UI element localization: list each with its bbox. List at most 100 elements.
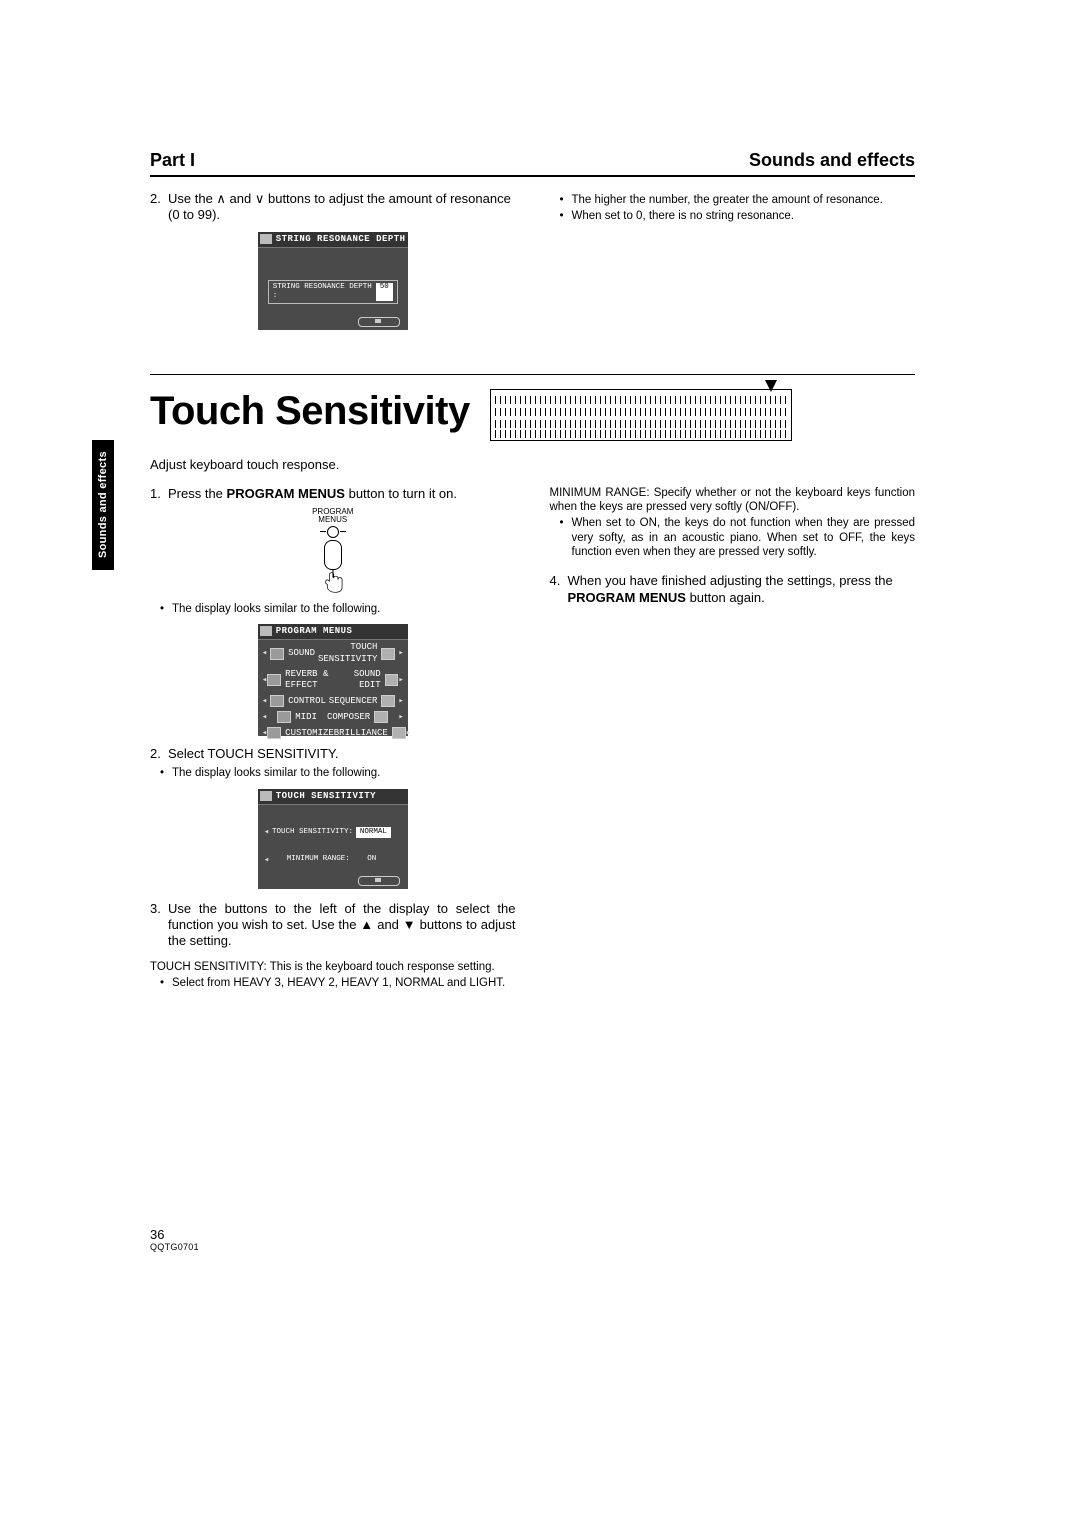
screen-title-text: STRING RESONANCE DEPTH bbox=[276, 234, 406, 244]
spacer bbox=[394, 855, 402, 866]
slider-icon bbox=[358, 317, 400, 327]
resonance-step2: 2. Use the ∧ and ∨ buttons to adjust the… bbox=[150, 191, 516, 224]
panel-row bbox=[495, 430, 787, 438]
menu-item-icon bbox=[277, 711, 291, 723]
touch-step1: 1. Press the PROGRAM MENUS button to tur… bbox=[150, 486, 516, 502]
touch-row-2: ◂ MINIMUM RANGE: ON bbox=[264, 855, 402, 866]
menu-item-label: MIDI bbox=[295, 712, 317, 723]
chevron-left-icon: ◂ bbox=[264, 855, 269, 866]
touch-right-col: MINIMUM RANGE: Specify whether or not th… bbox=[550, 486, 916, 993]
step-text: When you have finished adjusting the set… bbox=[568, 573, 916, 606]
menu-item-icon bbox=[385, 674, 399, 686]
menu-item-label: SEQUENCER bbox=[329, 696, 378, 707]
instrument-panel-illustration bbox=[490, 389, 792, 441]
menu-left: MIDI bbox=[277, 711, 317, 723]
chevron-left-icon: ◂ bbox=[262, 648, 267, 659]
note-text: Select from HEAVY 3, HEAVY 2, HEAVY 1, N… bbox=[172, 976, 505, 990]
menu-left: SOUND bbox=[270, 648, 315, 660]
menu-right: SEQUENCER bbox=[329, 695, 396, 707]
note-text: The display looks similar to the followi… bbox=[172, 602, 380, 616]
menu-item-icon bbox=[267, 674, 281, 686]
field-value: 50 bbox=[376, 283, 393, 302]
bullet-dot: • bbox=[560, 516, 566, 559]
menu-item-label: COMPOSER bbox=[327, 712, 370, 723]
step-text: Use the buttons to the left of the displ… bbox=[168, 901, 516, 950]
page-footer: 36 QQTG0701 bbox=[150, 1227, 199, 1252]
resonance-field: STRING RESONANCE DEPTH : 50 bbox=[268, 280, 398, 305]
menu-item-icon bbox=[267, 727, 281, 739]
note-text: The display looks similar to the followi… bbox=[172, 766, 380, 780]
touch-section-header: Touch Sensitivity bbox=[150, 389, 915, 441]
menu-item-label: SOUND bbox=[288, 648, 315, 659]
lamp-icon bbox=[327, 526, 339, 538]
chevron-right-icon: ▸ bbox=[406, 728, 411, 739]
screen-title-icon bbox=[260, 234, 272, 244]
menu-row: ◂ SOUND TOUCH SENSITIVITY ▸ bbox=[258, 640, 408, 667]
step-number: 4. bbox=[550, 573, 564, 606]
menu-left: REVERB & EFFECT bbox=[267, 669, 328, 692]
panel-row bbox=[495, 396, 787, 404]
bullet-dot: • bbox=[560, 193, 566, 207]
menu-item-label: CUSTOMIZE bbox=[285, 728, 334, 739]
menu-item-label: REVERB & EFFECT bbox=[285, 669, 328, 692]
step-number: 2. bbox=[150, 746, 164, 762]
touch-step4: 4. When you have finished adjusting the … bbox=[550, 573, 916, 606]
screen-title-text: TOUCH SENSITIVITY bbox=[276, 791, 376, 801]
hand-icon bbox=[319, 564, 347, 594]
down-arrow-glyph: ∨ bbox=[255, 191, 265, 206]
step-text: Select TOUCH SENSITIVITY. bbox=[168, 746, 339, 762]
display-note-2: • The display looks similar to the follo… bbox=[160, 766, 516, 780]
resonance-right-col: • The higher the number, the greater the… bbox=[550, 191, 916, 340]
menu-left: CONTROL bbox=[270, 695, 326, 707]
row-value: NORMAL bbox=[356, 827, 391, 838]
program-menus-screen: PROGRAM MENUS ◂ SOUND TOUCH SENSITIVITY … bbox=[258, 624, 408, 736]
string-resonance-screen: STRING RESONANCE DEPTH STRING RESONANCE … bbox=[258, 232, 408, 330]
chevron-left-icon: ◂ bbox=[264, 827, 269, 838]
touch-step2: 2. Select TOUCH SENSITIVITY. bbox=[150, 746, 516, 762]
slider-icon bbox=[358, 876, 400, 886]
screen-title: STRING RESONANCE DEPTH bbox=[258, 232, 408, 248]
touch-intro: Adjust keyboard touch response. bbox=[150, 457, 915, 472]
note-text: When set to 0, there is no string resona… bbox=[572, 209, 794, 223]
step-text: Press the PROGRAM MENUS button to turn i… bbox=[168, 486, 457, 502]
page-header: Part I Sounds and effects bbox=[150, 150, 915, 177]
step-number: 2. bbox=[150, 191, 164, 224]
menu-row: ◂ MIDI COMPOSER ▸ bbox=[258, 709, 408, 725]
menu-item-label: BRILLIANCE bbox=[334, 728, 388, 739]
touch-sens-note: TOUCH SENSITIVITY: This is the keyboard … bbox=[150, 960, 516, 974]
screen-title: TOUCH SENSITIVITY bbox=[258, 789, 408, 805]
section-divider bbox=[150, 374, 915, 375]
side-tab: Sounds and effects bbox=[92, 440, 114, 570]
t: and bbox=[226, 191, 255, 206]
touch-sens-sub-note: • Select from HEAVY 3, HEAVY 2, HEAVY 1,… bbox=[160, 976, 516, 990]
part-label: Part I bbox=[150, 150, 195, 171]
min-range-sub-note: • When set to ON, the keys do not functi… bbox=[560, 516, 916, 559]
up-arrow-glyph: ∧ bbox=[216, 191, 226, 206]
chevron-left-icon: ◂ bbox=[262, 712, 267, 723]
menu-item-label: CONTROL bbox=[288, 696, 326, 707]
menu-right: SOUND EDIT bbox=[328, 669, 398, 692]
menu-left: CUSTOMIZE bbox=[267, 727, 334, 739]
bold: PROGRAM MENUS bbox=[227, 486, 345, 501]
field-label: STRING RESONANCE DEPTH : bbox=[273, 283, 376, 302]
menu-item-icon bbox=[381, 648, 395, 660]
t: Use the bbox=[168, 191, 216, 206]
touch-sensitivity-screen: TOUCH SENSITIVITY ◂ TOUCH SENSITIVITY: N… bbox=[258, 789, 408, 889]
chevron-right-icon: ▸ bbox=[398, 675, 403, 686]
bullet-dot: • bbox=[160, 602, 166, 616]
section-label: Sounds and effects bbox=[749, 150, 915, 171]
t: Press the bbox=[168, 486, 227, 501]
menu-right: TOUCH SENSITIVITY bbox=[318, 642, 395, 665]
resonance-note-1: • The higher the number, the greater the… bbox=[560, 193, 916, 207]
btn-label-bottom: MENUS bbox=[293, 516, 373, 524]
resonance-left-col: 2. Use the ∧ and ∨ buttons to adjust the… bbox=[150, 191, 516, 340]
doc-code: QQTG0701 bbox=[150, 1242, 199, 1252]
chevron-left-icon: ◂ bbox=[262, 696, 267, 707]
resonance-columns: 2. Use the ∧ and ∨ buttons to adjust the… bbox=[150, 191, 915, 340]
page: Part I Sounds and effects 2. Use the ∧ a… bbox=[150, 150, 915, 992]
touch-step3: 3. Use the buttons to the left of the di… bbox=[150, 901, 516, 950]
menu-item-label: TOUCH SENSITIVITY bbox=[318, 642, 377, 665]
bold: PROGRAM MENUS bbox=[568, 590, 686, 605]
t: When you have finished adjusting the set… bbox=[568, 573, 893, 588]
row-label: MINIMUM RANGE: bbox=[287, 855, 350, 866]
